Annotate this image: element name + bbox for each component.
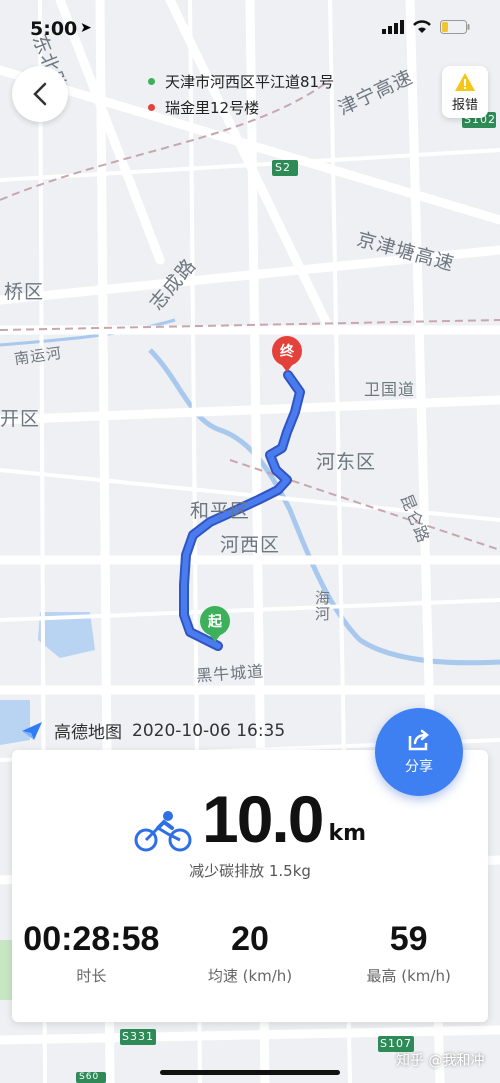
start-pin-label: 起 <box>208 614 222 630</box>
max-speed-label: 最高 (km/h) <box>366 967 451 985</box>
map-label-road: 黑牛城道 <box>195 661 265 686</box>
end-pin-label: 终 <box>280 344 294 360</box>
status-time: 5:00 <box>30 18 78 40</box>
map-label-district: 和平区 <box>190 500 251 522</box>
start-pin[interactable]: 起 <box>200 606 230 636</box>
brand-name: 高德地图 <box>54 723 122 743</box>
route-start-address: 天津市河西区平江道81号 <box>165 72 335 91</box>
share-icon <box>408 729 430 751</box>
avg-speed-stat: 20 均速 (km/h) <box>171 920 330 986</box>
map-shield-s60: S60 <box>79 1072 100 1082</box>
amap-logo-icon <box>22 721 42 740</box>
status-icons <box>382 20 470 34</box>
map-label-district: 开区 <box>0 408 41 430</box>
signal-icon <box>382 20 404 34</box>
avg-speed-label: 均速 (km/h) <box>207 967 293 985</box>
brand-watermark: 高德地图 2020-10-06 16:35 <box>20 718 285 743</box>
carbon-reduction: 减少碳排放 1.5kg <box>189 862 311 880</box>
location-arrow-icon: ➤ <box>80 20 92 36</box>
map-shield-s331: S331 <box>122 1030 154 1043</box>
map-label-district: 桥区 <box>4 281 45 303</box>
avg-speed-value: 20 <box>231 920 269 958</box>
end-pin-tail <box>281 364 293 372</box>
battery-icon <box>440 20 470 34</box>
back-button[interactable] <box>12 66 68 122</box>
trip-stats: 00:28:58 时长 20 均速 (km/h) 59 最高 (km/h) <box>12 920 488 986</box>
chevron-left-icon <box>33 82 47 106</box>
start-dot-icon <box>148 77 155 85</box>
report-error-button[interactable]: 报错 <box>442 66 488 118</box>
route-start-row: 天津市河西区平江道81号 <box>148 68 334 94</box>
duration-value: 00:28:58 <box>23 920 160 958</box>
wifi-icon <box>413 20 431 33</box>
start-pin-tail <box>209 634 221 642</box>
map-shield-s2: S2 <box>275 161 291 174</box>
duration-label: 时长 <box>76 967 107 985</box>
max-speed-value: 59 <box>389 920 428 958</box>
route-end-row: 瑞金里12号楼 <box>148 94 334 120</box>
end-pin[interactable]: 终 <box>272 336 302 366</box>
zhihu-watermark: 知乎 @我和冲 <box>396 1053 485 1069</box>
home-indicator[interactable] <box>160 1070 340 1075</box>
share-button[interactable]: 分享 <box>375 708 463 796</box>
warning-icon <box>455 72 475 91</box>
map-shield-s107: S107 <box>380 1037 412 1050</box>
map-label-road: 卫国道 <box>364 380 416 399</box>
route-end-address: 瑞金里12号楼 <box>165 98 260 117</box>
map-label-district: 河东区 <box>316 451 377 473</box>
distance-unit: km <box>328 821 367 846</box>
bicycle-icon <box>134 811 192 852</box>
status-bar: 5:00 ➤ <box>0 0 500 44</box>
share-label: 分享 <box>405 759 433 775</box>
end-dot-icon <box>148 103 155 111</box>
map-label-district: 河西区 <box>220 534 281 556</box>
route-endpoints: 天津市河西区平江道81号 瑞金里12号楼 <box>148 68 334 120</box>
trip-timestamp: 2020-10-06 16:35 <box>132 720 286 741</box>
max-speed-stat: 59 最高 (km/h) <box>329 920 488 986</box>
duration-stat: 00:28:58 时长 <box>12 920 171 986</box>
distance-value: 10.0 <box>201 782 324 856</box>
map-label-river: 海河 <box>313 590 331 622</box>
report-error-label: 报错 <box>451 97 478 113</box>
